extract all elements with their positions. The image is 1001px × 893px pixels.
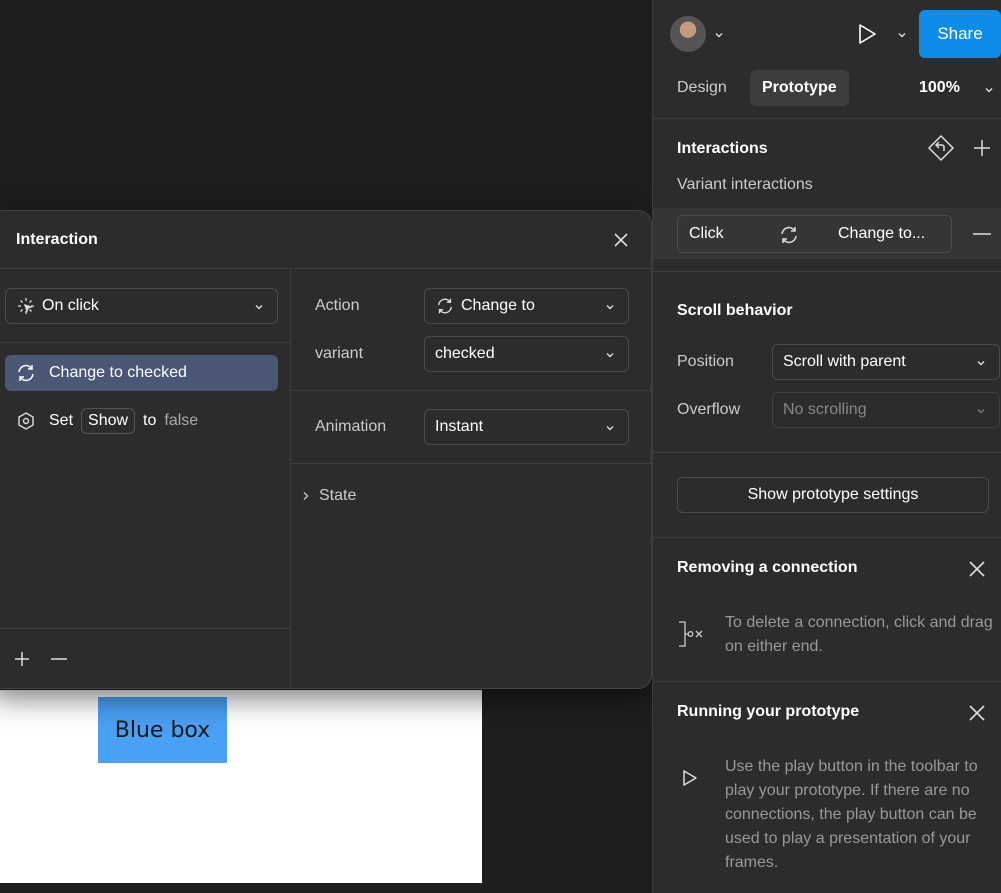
action-item-change-to[interactable]: Change to checked bbox=[5, 355, 278, 391]
tab-design[interactable]: Design bbox=[677, 79, 727, 97]
action-value: Change to bbox=[461, 297, 535, 314]
disconnect-icon bbox=[677, 620, 707, 653]
set-prefix: Set bbox=[49, 412, 74, 429]
animation-value: Instant bbox=[435, 418, 484, 435]
overflow-dropdown[interactable]: No scrolling bbox=[772, 392, 1000, 428]
position-value: Scroll with parent bbox=[783, 353, 906, 370]
interaction-modal: Interaction On click Change to checked S… bbox=[0, 210, 652, 689]
overflow-label: Overflow bbox=[677, 401, 741, 418]
state-disclosure[interactable]: State bbox=[301, 487, 356, 505]
action-details-pane: Action Change to variant checked Animati… bbox=[291, 269, 651, 688]
divider bbox=[291, 463, 651, 464]
divider bbox=[291, 390, 651, 391]
close-icon[interactable] bbox=[611, 230, 631, 250]
chevron-down-icon[interactable] bbox=[713, 28, 725, 46]
minus-icon[interactable] bbox=[972, 224, 992, 249]
overflow-value: No scrolling bbox=[783, 401, 867, 418]
action-item-set-variable[interactable]: Set Show to false bbox=[5, 403, 278, 439]
play-icon[interactable] bbox=[855, 22, 879, 51]
flow-starting-point-icon[interactable] bbox=[927, 134, 955, 167]
modal-header: Interaction bbox=[0, 211, 651, 269]
chevron-right-icon bbox=[301, 491, 311, 501]
show-prototype-settings-button[interactable]: Show prototype settings bbox=[677, 477, 989, 513]
close-icon[interactable] bbox=[968, 560, 986, 583]
modal-title: Interaction bbox=[16, 231, 98, 248]
actions-list-pane: On click Change to checked Set Show to f… bbox=[0, 269, 291, 688]
chevron-down-icon bbox=[604, 421, 616, 433]
tab-prototype[interactable]: Prototype bbox=[750, 70, 849, 106]
position-dropdown[interactable]: Scroll with parent bbox=[772, 344, 1000, 380]
variable-chip[interactable]: Show bbox=[81, 408, 136, 434]
actions-footer bbox=[0, 628, 290, 688]
set-middle: to bbox=[143, 412, 157, 429]
chevron-down-icon bbox=[604, 348, 616, 360]
chevron-down-icon bbox=[253, 300, 265, 312]
trigger-value: On click bbox=[42, 297, 99, 314]
play-icon bbox=[681, 769, 699, 792]
position-label: Position bbox=[677, 353, 734, 370]
variant-interactions-label: Variant interactions bbox=[677, 176, 813, 193]
divider bbox=[653, 537, 1001, 538]
set-value: false bbox=[164, 412, 199, 429]
interaction-row[interactable]: Click Change to... bbox=[677, 215, 952, 253]
action-label: Action bbox=[315, 297, 360, 314]
set-variable-icon bbox=[15, 410, 37, 432]
action-item-label: Change to checked bbox=[49, 364, 187, 381]
interaction-action: Change to... bbox=[838, 225, 926, 242]
zoom-level[interactable]: 100% bbox=[919, 79, 960, 97]
variant-dropdown[interactable]: checked bbox=[424, 336, 629, 372]
action-dropdown[interactable]: Change to bbox=[424, 288, 629, 324]
divider bbox=[653, 118, 1001, 119]
divider bbox=[653, 681, 1001, 682]
divider bbox=[0, 342, 290, 343]
minus-icon[interactable] bbox=[50, 650, 68, 668]
click-icon bbox=[16, 296, 36, 316]
removing-connection-heading: Removing a connection bbox=[677, 559, 858, 576]
chevron-down-icon bbox=[604, 300, 616, 312]
variant-label: variant bbox=[315, 345, 364, 362]
plus-icon[interactable] bbox=[973, 139, 991, 162]
interaction-trigger: Click bbox=[689, 225, 724, 242]
share-button[interactable]: Share bbox=[919, 10, 1001, 58]
running-prototype-text: Use the play button in the toolbar to pl… bbox=[725, 758, 978, 871]
chevron-down-icon bbox=[975, 356, 987, 368]
interactions-heading: Interactions bbox=[677, 140, 768, 157]
variant-value: checked bbox=[435, 345, 495, 362]
divider bbox=[653, 452, 1001, 453]
state-label: State bbox=[319, 487, 357, 504]
scroll-behavior-heading: Scroll behavior bbox=[677, 302, 793, 319]
swap-icon bbox=[778, 224, 800, 251]
properties-panel: Share Design Prototype 100% Interactions… bbox=[652, 0, 1001, 893]
chevron-down-icon[interactable] bbox=[896, 28, 908, 46]
removing-connection-text: To delete a connection, click and drag o… bbox=[725, 614, 993, 655]
animation-dropdown[interactable]: Instant bbox=[424, 409, 629, 445]
animation-label: Animation bbox=[315, 418, 387, 435]
running-prototype-heading: Running your prototype bbox=[677, 703, 860, 720]
close-icon[interactable] bbox=[968, 704, 986, 727]
divider bbox=[653, 271, 1001, 272]
trigger-dropdown[interactable]: On click bbox=[5, 288, 278, 324]
swap-icon bbox=[435, 296, 455, 316]
avatar[interactable] bbox=[670, 16, 706, 52]
chevron-down-icon bbox=[975, 404, 987, 416]
blue-box-layer[interactable]: Blue box bbox=[98, 697, 227, 763]
plus-icon[interactable] bbox=[13, 650, 31, 668]
swap-icon bbox=[15, 362, 37, 384]
chevron-down-icon[interactable] bbox=[983, 83, 995, 101]
frame[interactable] bbox=[0, 690, 482, 883]
